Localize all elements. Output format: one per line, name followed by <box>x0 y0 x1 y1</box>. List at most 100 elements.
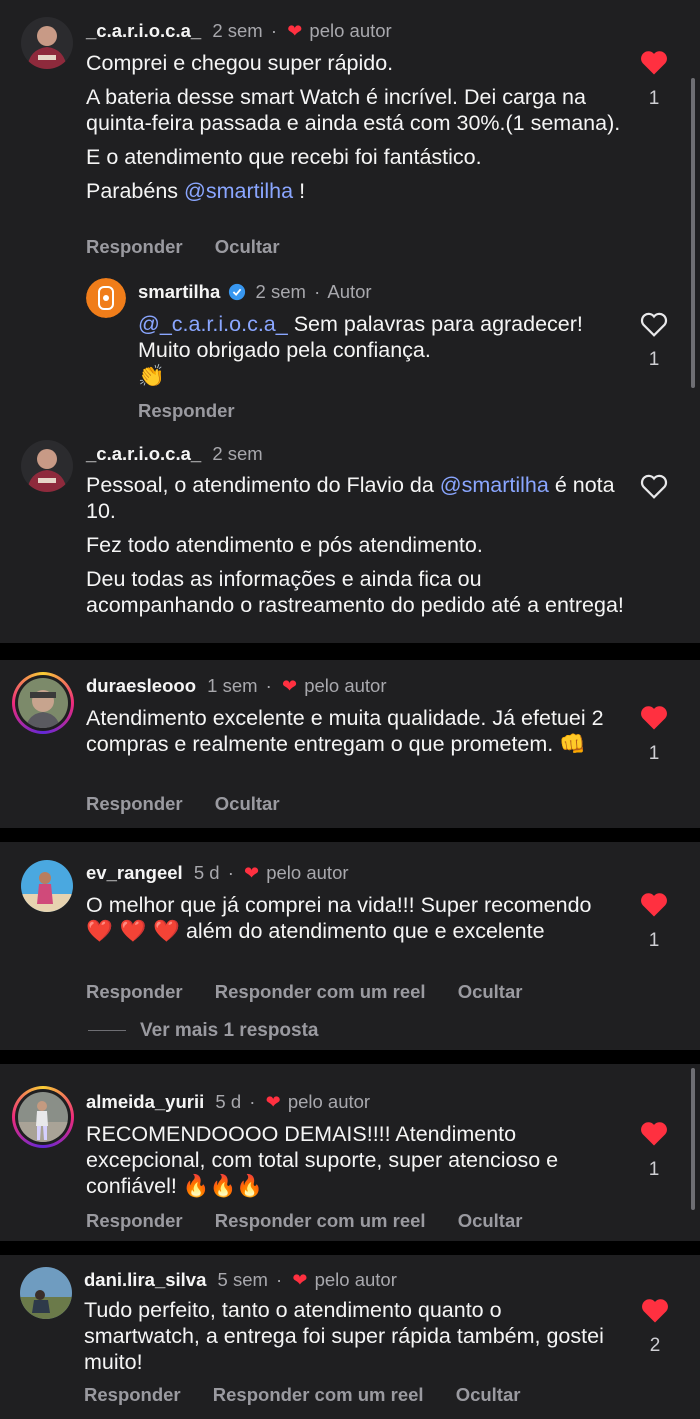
separator-dot: · <box>227 862 234 883</box>
avatar <box>18 1092 68 1142</box>
author-badge: Autor <box>327 281 372 302</box>
heart-filled-icon[interactable] <box>639 890 669 918</box>
comment-text: RECOMENDOOOO DEMAIS!!!! Atendimento exce… <box>86 1122 559 1199</box>
comment-text: O melhor que já comprei na vida!!! Super… <box>86 893 592 944</box>
like-count: 1 <box>648 930 660 951</box>
comment-actions: Responder Ocultar <box>86 236 307 258</box>
like-count: 1 <box>648 88 660 109</box>
hide-button[interactable]: Ocultar <box>456 1384 521 1405</box>
username[interactable]: _c.a.r.i.o.c.a_ <box>86 20 201 41</box>
timestamp: 5 sem <box>217 1269 268 1290</box>
timestamp: 2 sem <box>212 443 263 464</box>
author-liked-heart-icon: ❤ <box>244 863 260 883</box>
comment-text: Tudo perfeito, tanto o atendimento quant… <box>84 1298 604 1374</box>
reply-button[interactable]: Responder <box>84 1384 181 1405</box>
reply-button[interactable]: Responder <box>86 981 183 1002</box>
comment-meta: almeida_yurii 5 d · ❤ pelo autor <box>86 1091 370 1113</box>
hide-button[interactable]: Ocultar <box>458 981 523 1002</box>
author-liked-badge: pelo autor <box>266 862 349 883</box>
avatar[interactable] <box>86 278 126 318</box>
comment-line: Parabéns @smartilha ! <box>86 179 306 203</box>
username[interactable]: dani.lira_silva <box>84 1269 206 1290</box>
view-more-replies[interactable]: Ver mais 1 resposta <box>88 1020 319 1042</box>
username[interactable]: _c.a.r.i.o.c.a_ <box>86 443 201 464</box>
reply-button[interactable]: Responder <box>86 793 183 814</box>
heart-filled-icon[interactable] <box>639 1119 669 1147</box>
story-ring-avatar[interactable] <box>12 672 74 734</box>
avatar[interactable] <box>21 440 73 492</box>
author-liked-badge: pelo autor <box>304 675 387 696</box>
author-liked-badge: pelo autor <box>287 1091 371 1112</box>
reply-button[interactable]: Responder <box>86 236 183 257</box>
avatar <box>18 678 68 728</box>
like-count: 1 <box>648 743 660 764</box>
scrollbar[interactable] <box>691 78 695 388</box>
comment-line: Deu todas as informações e ainda fica ou… <box>86 567 624 617</box>
avatar[interactable] <box>20 1267 72 1319</box>
username[interactable]: ev_rangeel <box>86 862 183 883</box>
heart-filled-icon[interactable] <box>640 1296 670 1324</box>
reply-button[interactable]: Responder <box>86 1210 183 1231</box>
red-heart-emoji: ❤️ ❤️ ❤️ <box>86 919 180 944</box>
timestamp: 5 d <box>193 862 220 883</box>
comment-panel-3: ev_rangeel 5 d · ❤ pelo autor O melhor q… <box>0 842 700 1050</box>
comment-meta: _c.a.r.i.o.c.a_ 2 sem · ❤ pelo autor <box>86 20 392 42</box>
author-liked-heart-icon: ❤ <box>281 676 298 696</box>
reply-actions: Responder <box>138 400 262 422</box>
like-count: 2 <box>649 1335 661 1356</box>
comment-meta: duraesleooo 1 sem · ❤ pelo autor <box>86 675 387 697</box>
timestamp: 2 sem <box>255 281 306 302</box>
fist-emoji: 👊 <box>559 732 587 757</box>
verified-badge-icon <box>229 283 246 301</box>
comment-text: Atendimento excelente e muita qualidade.… <box>86 706 604 757</box>
comment-thread-panel-1: _c.a.r.i.o.c.a_ 2 sem · ❤ pelo autor Com… <box>0 0 700 643</box>
comment-actions: Responder Responder com um reel Ocultar <box>86 981 549 1003</box>
scrollbar[interactable] <box>691 1068 695 1210</box>
reply-button[interactable]: Responder <box>138 400 235 421</box>
comment-actions: Responder Ocultar <box>86 793 307 815</box>
heart-outline-icon[interactable] <box>639 472 669 500</box>
mention-link[interactable]: @_c.a.r.i.o.c.a_ <box>138 312 288 336</box>
timestamp: 1 sem <box>207 675 258 696</box>
comment-meta: ev_rangeel 5 d · ❤ pelo autor <box>86 862 349 884</box>
username[interactable]: smartilha <box>138 281 220 302</box>
author-liked-heart-icon: ❤ <box>292 1270 308 1290</box>
heart-filled-icon[interactable] <box>639 703 669 731</box>
comment-line: Fez todo atendimento e pós atendimento. <box>86 533 483 557</box>
clapping-hands-emoji: 👏 <box>138 364 165 389</box>
reply-meta: smartilha 2 sem · Autor <box>138 281 372 303</box>
fire-emoji: 🔥🔥🔥 <box>182 1174 264 1199</box>
mention-link[interactable]: @smartilha <box>440 473 549 497</box>
hide-button[interactable]: Ocultar <box>215 236 280 257</box>
comment-panel-4: almeida_yurii 5 d · ❤ pelo autor RECOMEN… <box>0 1064 700 1241</box>
comment-panel-5: dani.lira_silva 5 sem · ❤ pelo autor Tud… <box>0 1255 700 1419</box>
timestamp: 5 d <box>215 1091 242 1112</box>
avatar[interactable] <box>21 860 73 912</box>
avatar[interactable] <box>21 17 73 69</box>
comment-meta: _c.a.r.i.o.c.a_ 2 sem <box>86 443 263 465</box>
comment-actions: Responder Responder com um reel Ocultar <box>84 1384 547 1406</box>
separator-dot: · <box>249 1091 256 1112</box>
mention-link[interactable]: @smartilha <box>184 179 293 203</box>
author-liked-badge: pelo autor <box>309 20 392 41</box>
comment-line: Pessoal, o atendimento do Flavio da @sma… <box>86 473 615 523</box>
separator-dot: · <box>265 675 272 696</box>
hide-button[interactable]: Ocultar <box>458 1210 523 1231</box>
comment-line: Comprei e chegou super rápido. <box>86 51 394 75</box>
heart-filled-icon[interactable] <box>639 48 669 76</box>
reply-text: @_c.a.r.i.o.c.a_ Sem palavras para agrad… <box>138 312 583 389</box>
comment-meta: dani.lira_silva 5 sem · ❤ pelo autor <box>84 1269 397 1291</box>
separator-dot: · <box>270 20 278 41</box>
username[interactable]: duraesleooo <box>86 675 196 696</box>
separator-dot: · <box>314 281 321 302</box>
comment-text: Pessoal, o atendimento do Flavio da @sma… <box>86 472 631 626</box>
heart-outline-icon[interactable] <box>639 310 669 338</box>
reply-with-reel-button[interactable]: Responder com um reel <box>213 1384 424 1405</box>
hide-button[interactable]: Ocultar <box>215 793 280 814</box>
comment-text: Comprei e chegou super rápido. A bateria… <box>86 50 631 212</box>
comment-line: A bateria desse smart Watch é incrível. … <box>86 85 621 135</box>
story-ring-avatar[interactable] <box>12 1086 74 1148</box>
username[interactable]: almeida_yurii <box>86 1091 204 1112</box>
reply-with-reel-button[interactable]: Responder com um reel <box>215 1210 426 1231</box>
reply-with-reel-button[interactable]: Responder com um reel <box>215 981 426 1002</box>
